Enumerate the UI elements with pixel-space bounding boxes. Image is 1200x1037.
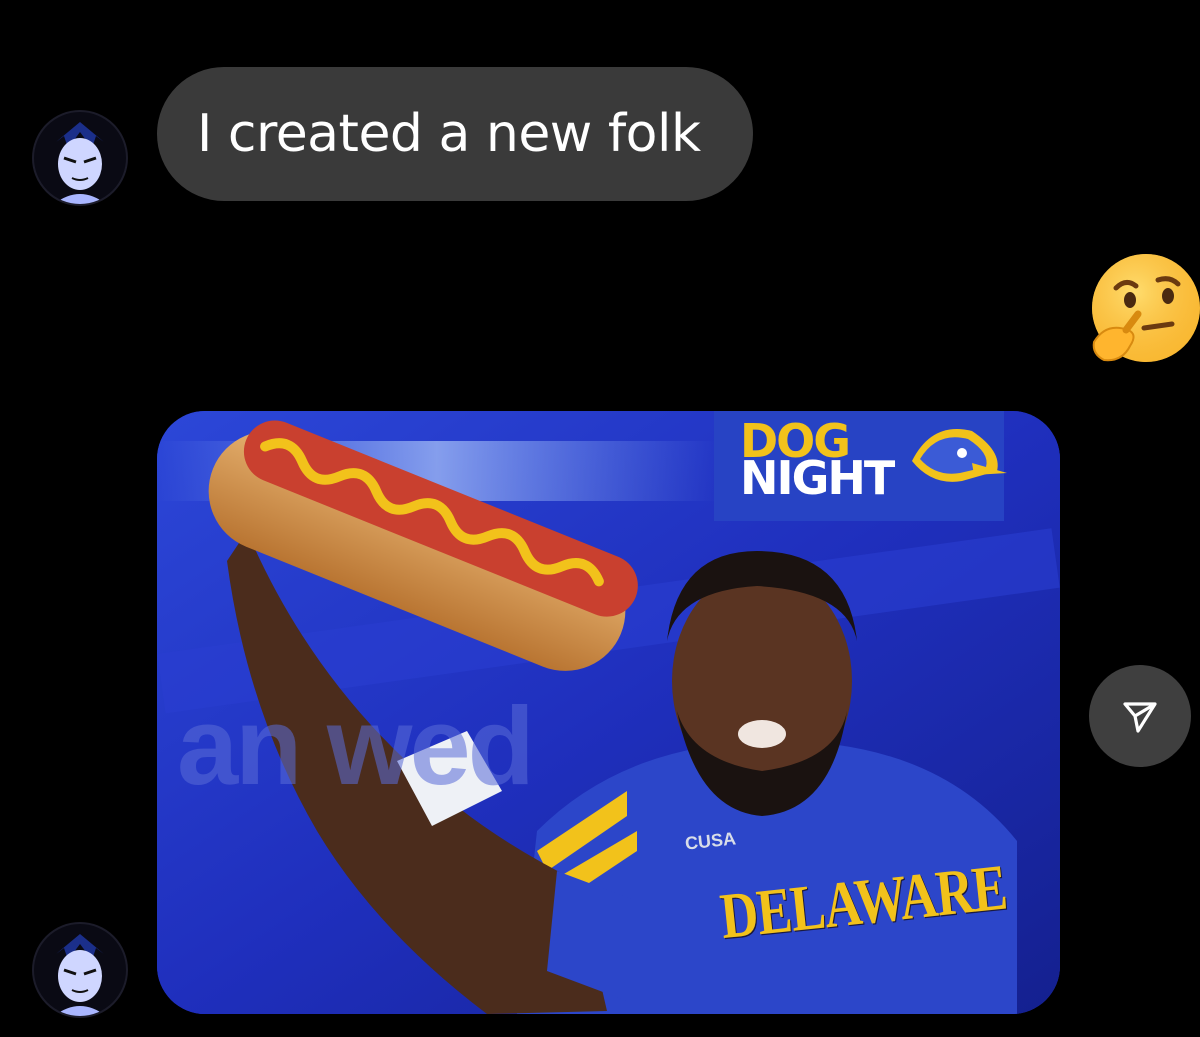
background-wall-text: an wed <box>177 685 535 808</box>
share-button[interactable] <box>1089 665 1191 767</box>
avatar-illustration <box>54 122 106 204</box>
avatar-illustration <box>54 934 106 1016</box>
send-icon <box>1123 702 1157 733</box>
sender-avatar[interactable] <box>32 922 128 1018</box>
message-text: I created a new folk <box>197 104 701 164</box>
message-bubble[interactable]: I created a new folk <box>157 67 753 201</box>
thinking-face-icon[interactable] <box>1086 250 1200 370</box>
sender-avatar[interactable] <box>32 110 128 206</box>
shared-image[interactable]: an wed DOG NIGHT CUSA DELAWARE <box>157 411 1060 1014</box>
banner-title-line-2: NIGHT <box>740 451 895 505</box>
